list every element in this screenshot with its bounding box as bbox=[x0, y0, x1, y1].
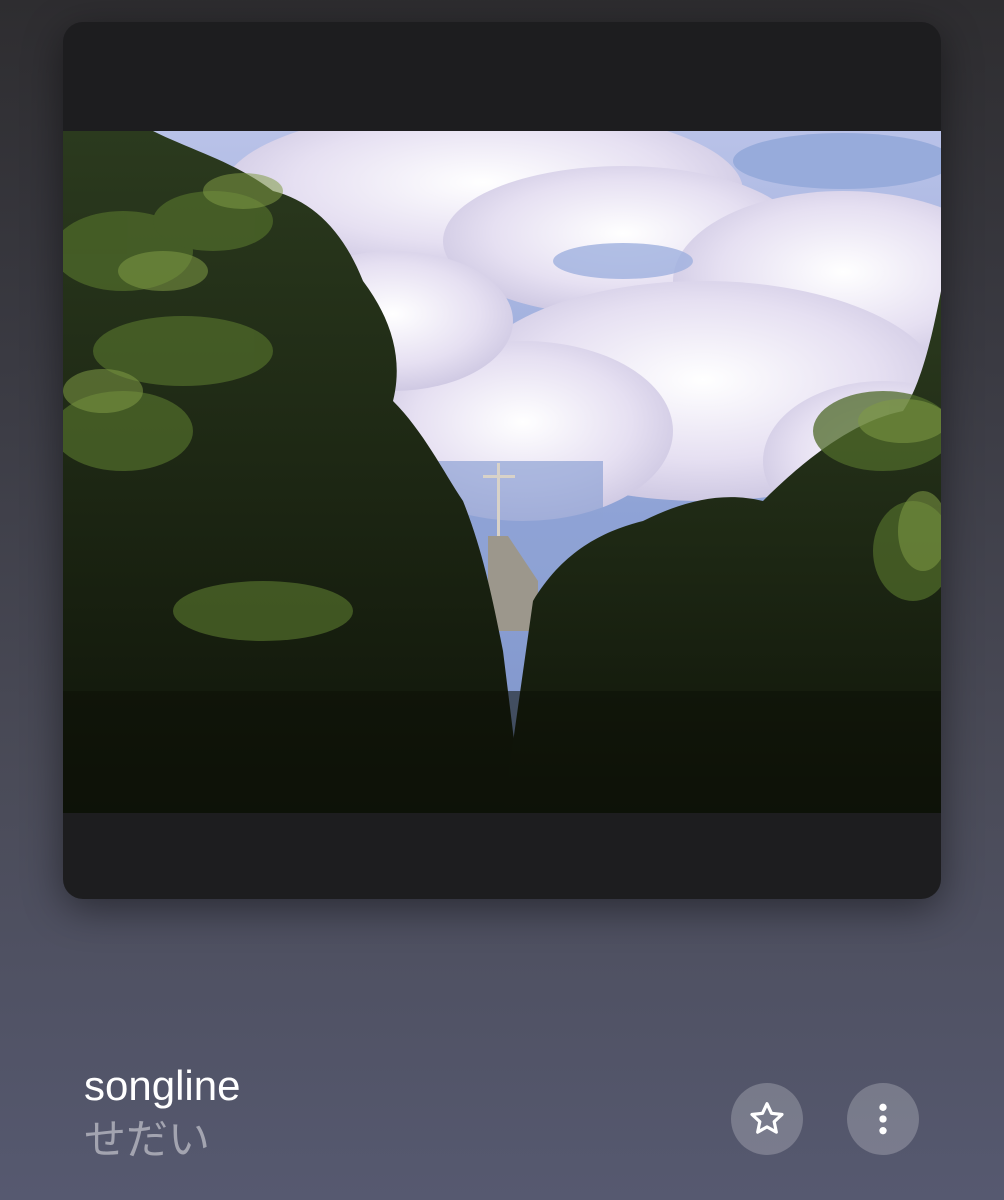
star-icon bbox=[750, 1102, 784, 1134]
track-title[interactable]: songline bbox=[84, 1060, 684, 1112]
track-artist[interactable]: せだい bbox=[84, 1112, 684, 1168]
track-info: songline せだい bbox=[84, 1060, 684, 1168]
now-playing-screen: songline せだい bbox=[0, 0, 1004, 1200]
more-options-button[interactable] bbox=[847, 1083, 919, 1155]
artwork-photo bbox=[63, 131, 941, 813]
more-vertical-icon bbox=[879, 1103, 887, 1135]
album-artwork bbox=[63, 22, 941, 899]
favorite-button[interactable] bbox=[731, 1083, 803, 1155]
